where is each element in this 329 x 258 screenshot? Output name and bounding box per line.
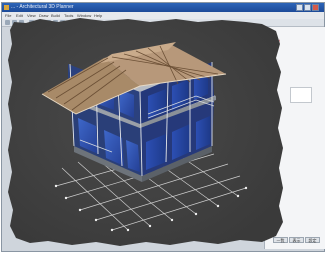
3d-viewport[interactable] — [0, 0, 329, 258]
screenshot-stage: ... - Architectural 3D Planner File Edit… — [0, 0, 329, 258]
wall-panel — [196, 116, 210, 150]
